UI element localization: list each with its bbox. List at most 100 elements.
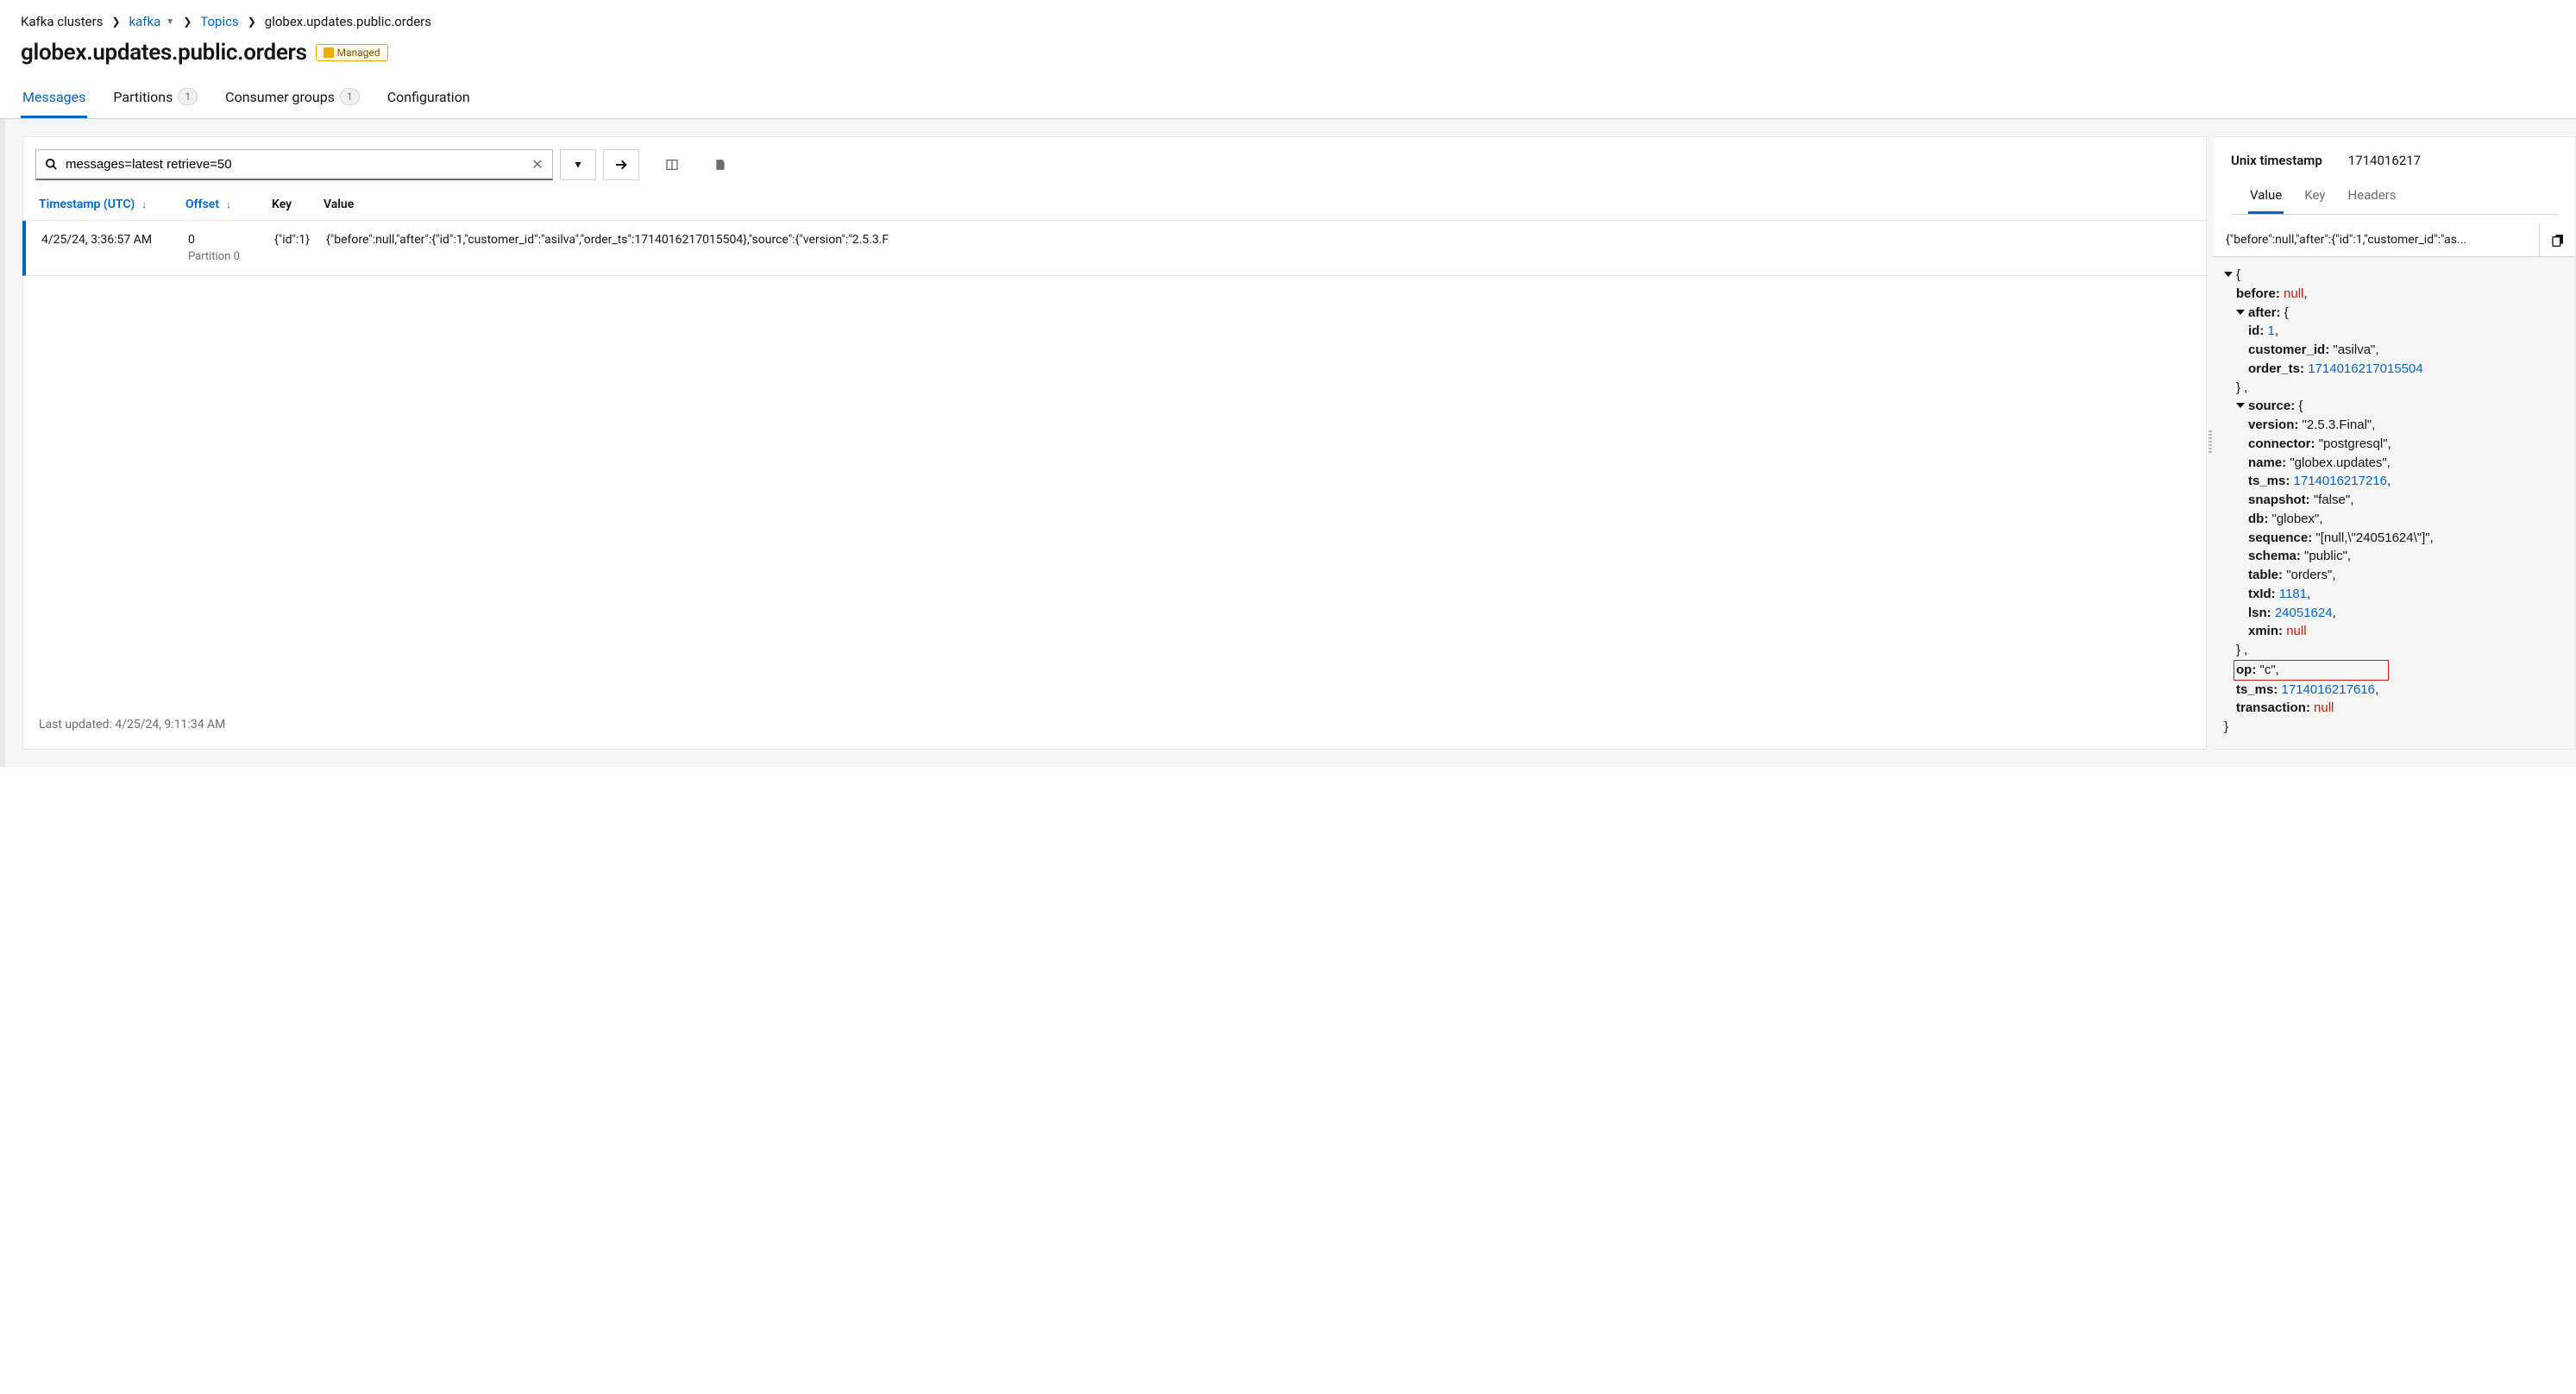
columns-icon[interactable] <box>657 149 688 180</box>
json-value: 24051624 <box>2275 606 2333 620</box>
cell-value: {"before":null,"after":{"id":1,"customer… <box>326 233 2190 247</box>
json-key: snapshot: <box>2248 493 2310 507</box>
column-timestamp-label: Timestamp (UTC) <box>39 198 135 211</box>
json-value: null <box>2286 624 2306 638</box>
sort-down-icon: ↓ <box>226 198 231 210</box>
json-value: null <box>2314 700 2334 715</box>
managed-badge-label: Managed <box>337 47 380 59</box>
column-key: Key <box>272 198 324 211</box>
search-submit-button[interactable] <box>603 149 639 180</box>
last-updated-label: Last updated: <box>39 718 112 732</box>
json-value: "globex" <box>2272 512 2320 526</box>
copy-button[interactable] <box>2539 223 2575 256</box>
cell-key: {"id":1} <box>274 233 326 247</box>
json-value: "asilva" <box>2333 342 2375 357</box>
main-tabs: Messages Partitions 1 Consumer groups 1 … <box>0 79 2576 119</box>
chevron-right-icon: ❯ <box>183 16 192 28</box>
search-field[interactable]: ✕ <box>35 149 553 180</box>
tab-consumer-groups[interactable]: Consumer groups 1 <box>223 79 361 118</box>
json-key: db: <box>2248 512 2268 526</box>
json-value: 1 <box>2268 323 2275 338</box>
json-key: sequence: <box>2248 531 2312 545</box>
json-key: connector: <box>2248 436 2315 451</box>
caret-down-icon: ▾ <box>575 158 581 172</box>
json-value: 1714016217015504 <box>2308 361 2422 376</box>
caret-down-icon[interactable] <box>2236 403 2245 408</box>
tab-configuration[interactable]: Configuration <box>386 79 472 118</box>
json-key: before: <box>2236 286 2280 301</box>
column-offset[interactable]: Offset ↓ <box>185 198 231 211</box>
tab-partitions-count: 1 <box>178 88 198 105</box>
detail-tab-headers[interactable]: Headers <box>2346 180 2397 214</box>
tab-configuration-label: Configuration <box>387 89 470 105</box>
tab-consumer-groups-label: Consumer groups <box>225 89 335 105</box>
unix-timestamp-label: Unix timestamp <box>2231 153 2322 168</box>
json-key: lsn: <box>2248 606 2271 620</box>
tab-messages-label: Messages <box>22 89 85 105</box>
json-key: customer_id: <box>2248 342 2329 357</box>
export-icon[interactable] <box>705 149 736 180</box>
json-key: ts_ms: <box>2248 474 2290 488</box>
detail-tab-value[interactable]: Value <box>2248 180 2284 214</box>
json-key: source: <box>2248 399 2295 413</box>
chevron-right-icon: ❯ <box>111 16 120 28</box>
json-key: version: <box>2248 418 2298 432</box>
sort-down-icon: ↓ <box>141 198 147 210</box>
json-value: "public" <box>2304 549 2347 563</box>
caret-down-icon[interactable] <box>2224 272 2233 277</box>
json-key: after: <box>2248 305 2281 320</box>
json-key: transaction: <box>2236 700 2310 715</box>
json-key: order_ts: <box>2248 361 2304 376</box>
last-updated-value: 4/25/24, 9:11:34 AM <box>115 718 225 732</box>
json-tree[interactable]: { before: null, after: { id: 1, customer… <box>2214 257 2575 749</box>
chevron-right-icon: ❯ <box>248 16 256 28</box>
column-offset-label: Offset <box>185 198 219 211</box>
json-value: "c" <box>2260 662 2276 677</box>
json-value: null <box>2284 286 2303 301</box>
json-key: txId: <box>2248 587 2276 601</box>
json-value: "globex.updates" <box>2290 455 2386 470</box>
caret-down-icon[interactable] <box>2236 310 2245 315</box>
json-key: name: <box>2248 455 2286 470</box>
json-value: "postgresql" <box>2319 436 2388 451</box>
cell-timestamp: 4/25/24, 3:36:57 AM <box>41 233 188 247</box>
breadcrumb-cluster[interactable]: kafka <box>129 14 161 29</box>
json-key: schema: <box>2248 549 2301 563</box>
op-highlight: op: "c", <box>2234 660 2389 681</box>
tab-partitions-label: Partitions <box>113 89 173 105</box>
search-options-button[interactable]: ▾ <box>560 149 596 180</box>
clear-icon[interactable]: ✕ <box>523 156 552 173</box>
unix-timestamp-value: 1714016217 <box>2348 153 2421 168</box>
table-row[interactable]: 4/25/24, 3:36:57 AM 0 Partition 0 {"id":… <box>22 221 2206 276</box>
detail-panel: Unix timestamp 1714016217 Value Key Head… <box>2214 136 2576 750</box>
cell-partition: Partition 0 <box>188 250 274 263</box>
caret-down-icon[interactable]: ▼ <box>166 17 174 27</box>
cell-offset: 0 <box>188 233 274 247</box>
json-value: "orders" <box>2286 568 2332 582</box>
breadcrumb-section[interactable]: Topics <box>200 14 238 29</box>
column-value: Value <box>324 198 2190 211</box>
messages-panel: ✕ ▾ Timestamp <box>22 136 2207 750</box>
json-key: xmin: <box>2248 624 2283 638</box>
json-value: "2.5.3.Final" <box>2303 418 2372 432</box>
tab-consumer-groups-count: 1 <box>340 88 360 105</box>
column-timestamp[interactable]: Timestamp (UTC) ↓ <box>39 198 147 211</box>
search-input[interactable] <box>66 157 523 172</box>
json-value: 1714016217216 <box>2294 474 2387 488</box>
tab-messages[interactable]: Messages <box>21 79 87 118</box>
tab-partitions[interactable]: Partitions 1 <box>111 79 199 118</box>
json-key: table: <box>2248 568 2283 582</box>
json-value: 1714016217616 <box>2282 682 2375 697</box>
json-key: ts_ms: <box>2236 682 2278 697</box>
breadcrumb-root[interactable]: Kafka clusters <box>21 14 103 29</box>
breadcrumb: Kafka clusters ❯ kafka ▼ ❯ Topics ❯ glob… <box>0 0 2576 36</box>
page-title: globex.updates.public.orders <box>21 40 307 66</box>
json-summary: {"before":null,"after":{"id":1,"customer… <box>2214 224 2539 255</box>
json-value: "false" <box>2314 493 2350 507</box>
managed-badge: Managed <box>316 44 388 61</box>
last-updated: Last updated: 4/25/24, 9:11:34 AM <box>23 706 2206 749</box>
splitter-handle[interactable] <box>2207 136 2214 750</box>
json-value: "[null,\"24051624\"]" <box>2315 531 2429 545</box>
detail-tab-key[interactable]: Key <box>2303 180 2327 214</box>
breadcrumb-current: globex.updates.public.orders <box>265 14 431 29</box>
